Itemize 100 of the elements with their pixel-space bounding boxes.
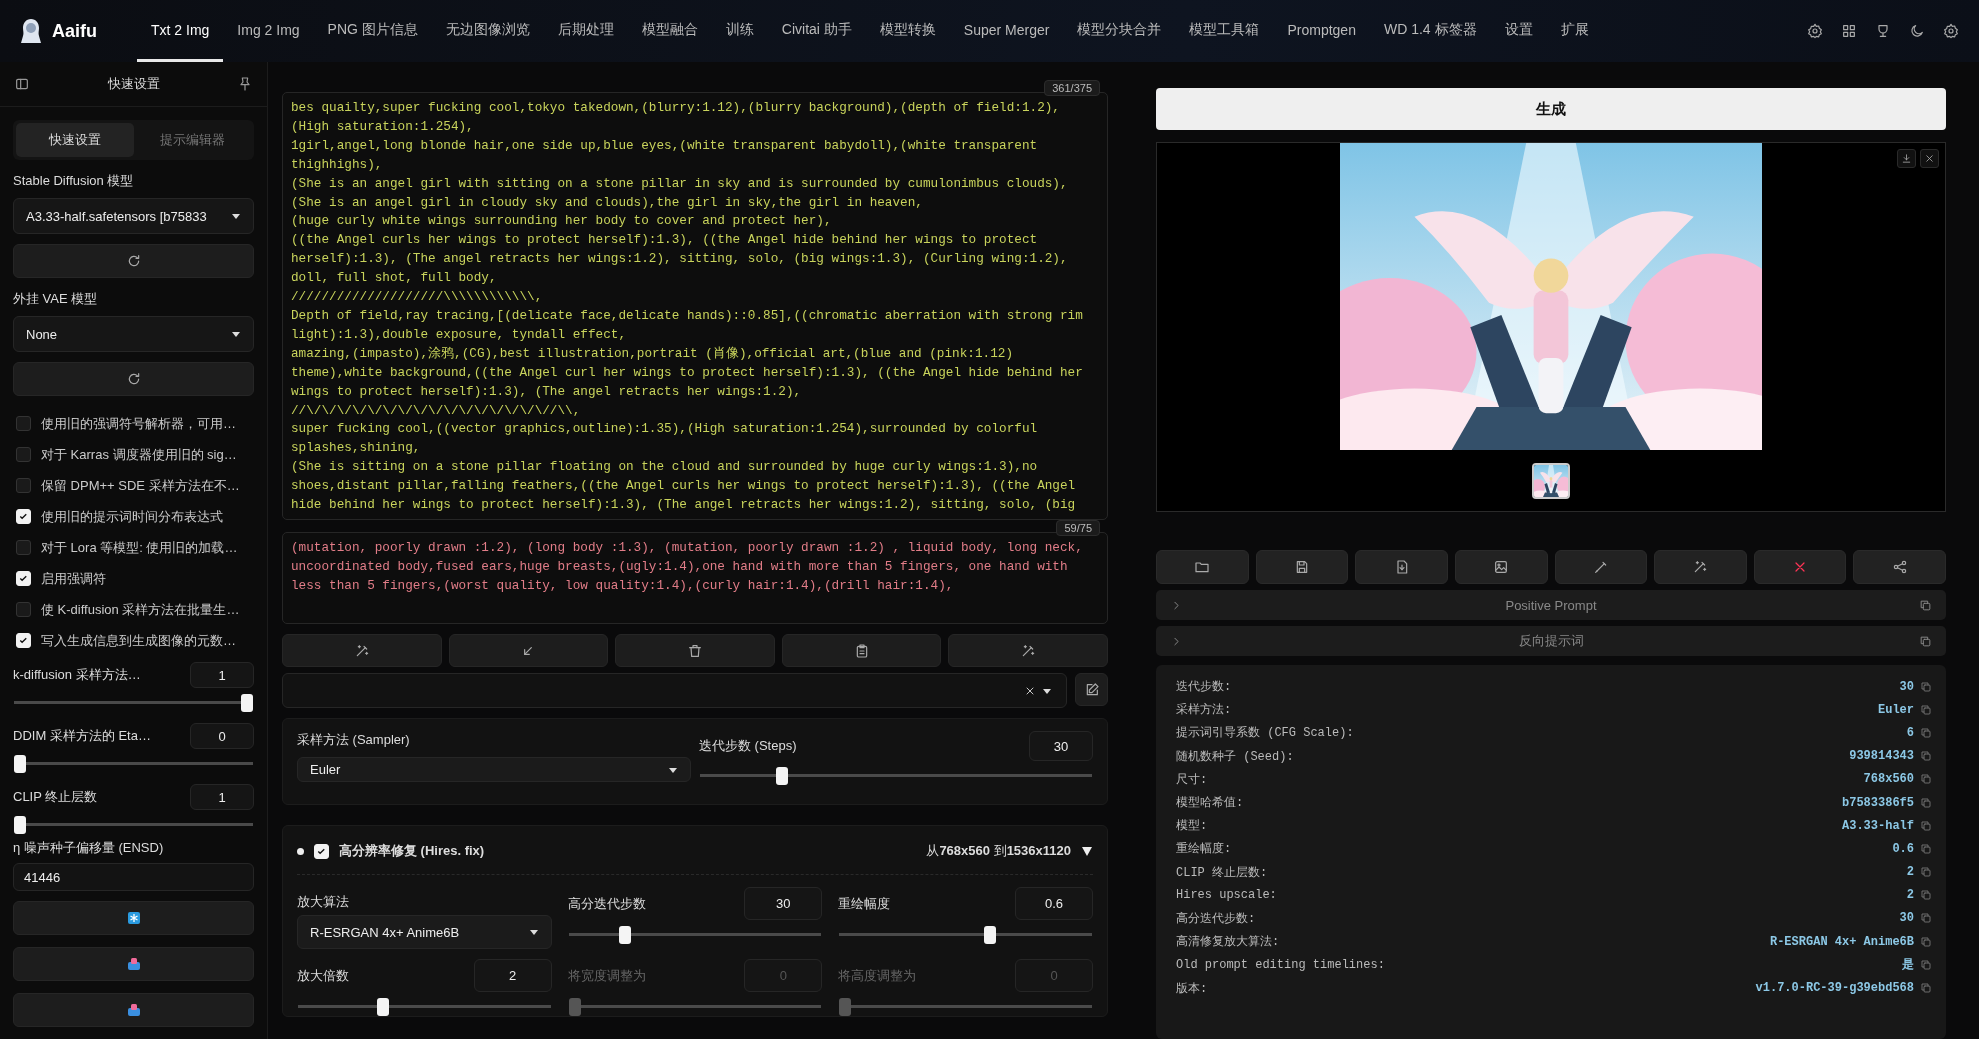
token-counter: 59/75 bbox=[1056, 520, 1100, 536]
pin-icon[interactable] bbox=[237, 76, 253, 92]
field-label: Stable Diffusion 模型 bbox=[13, 172, 135, 190]
dropdown[interactable]: None bbox=[13, 316, 254, 352]
caret-icon bbox=[528, 927, 539, 937]
nav-tab[interactable]: PNG 图片信息 bbox=[313, 0, 432, 62]
info-label: 迭代步数: bbox=[1176, 679, 1232, 696]
info-value: 是 bbox=[1902, 957, 1914, 974]
checkbox[interactable] bbox=[16, 416, 31, 431]
info-value: b7583386f5 bbox=[1842, 795, 1914, 810]
copy-icon[interactable] bbox=[1920, 889, 1932, 902]
clipboard-button[interactable] bbox=[781, 634, 942, 667]
copy-icon[interactable] bbox=[1920, 796, 1932, 809]
caret-icon bbox=[231, 211, 241, 221]
info-value: A3.33-half bbox=[1842, 818, 1914, 833]
dropdown[interactable]: Euler bbox=[297, 757, 691, 782]
image-button[interactable] bbox=[1454, 550, 1548, 584]
nav-tab[interactable]: 模型工具箱 bbox=[1175, 0, 1274, 62]
copy-icon[interactable] bbox=[1920, 726, 1932, 739]
accordion-header[interactable]: 反向提示词 bbox=[1156, 626, 1946, 656]
folder-button[interactable] bbox=[1156, 550, 1249, 584]
nav-tab[interactable]: 模型分块合并 bbox=[1063, 0, 1176, 62]
app-title: Aaifu bbox=[52, 20, 97, 42]
check-icon bbox=[18, 635, 29, 646]
settings-icon[interactable] bbox=[1943, 23, 1959, 39]
checkbox[interactable] bbox=[16, 540, 31, 555]
copy-icon[interactable] bbox=[1920, 935, 1932, 948]
info-value: 30 bbox=[1899, 679, 1914, 694]
sidebar-tab[interactable]: 提示编辑器 bbox=[133, 123, 251, 157]
checkbox-label: 使 K-diffusion 采样方法在批量生… bbox=[41, 600, 240, 619]
nav-tab[interactable]: Img 2 Img bbox=[223, 0, 314, 62]
checkbox[interactable] bbox=[16, 478, 31, 493]
nav-tab[interactable]: Super Merger bbox=[949, 0, 1064, 62]
download-button[interactable] bbox=[1897, 149, 1916, 168]
copy-icon[interactable] bbox=[1920, 958, 1932, 971]
slider-label: 放大倍数 bbox=[297, 966, 349, 985]
slider-thumb[interactable] bbox=[776, 767, 788, 785]
magic-wand-icon bbox=[1692, 559, 1709, 575]
sidebar-icon[interactable] bbox=[14, 76, 30, 92]
sidebar-tab[interactable]: 快速设置 bbox=[16, 123, 134, 157]
number-field[interactable]: 1 bbox=[190, 662, 254, 688]
edit-button[interactable] bbox=[1075, 673, 1108, 706]
checkbox[interactable] bbox=[16, 602, 31, 617]
copy-icon[interactable] bbox=[1920, 703, 1932, 716]
nav-tab[interactable]: 模型融合 bbox=[627, 0, 712, 62]
dropdown[interactable]: A3.33-half.safetensors [b75833 bbox=[13, 198, 254, 234]
trophy-icon[interactable] bbox=[1875, 23, 1891, 39]
file-download-button[interactable] bbox=[1355, 550, 1448, 584]
dropdown[interactable]: R-ESRGAN 4x+ Anime6B bbox=[297, 915, 552, 949]
collapse-icon[interactable] bbox=[1081, 845, 1093, 857]
checkbox-label: 使用旧的强调符号解析器，可用… bbox=[41, 414, 236, 433]
number-field[interactable]: 0.6 bbox=[1015, 887, 1093, 920]
slider-thumb[interactable] bbox=[241, 694, 253, 712]
nav-tab[interactable]: 后期处理 bbox=[543, 0, 628, 62]
info-value: 939814343 bbox=[1849, 749, 1914, 764]
slider-thumb[interactable] bbox=[14, 816, 26, 834]
grid-icon[interactable] bbox=[1841, 23, 1857, 39]
close-button[interactable] bbox=[1920, 149, 1939, 168]
slider-thumb[interactable] bbox=[14, 755, 26, 773]
number-field[interactable]: 0 bbox=[190, 723, 254, 749]
moon-icon[interactable] bbox=[1909, 23, 1925, 39]
slider-thumb[interactable] bbox=[983, 926, 996, 944]
number-field[interactable]: 30 bbox=[744, 887, 823, 920]
nav-tab[interactable]: 训练 bbox=[711, 0, 768, 62]
logo-icon bbox=[20, 18, 42, 44]
nav-tab[interactable]: 扩展 bbox=[1546, 0, 1603, 62]
copy-icon[interactable] bbox=[1920, 819, 1932, 832]
copy-icon[interactable] bbox=[1920, 842, 1932, 855]
copy-icon[interactable] bbox=[1920, 680, 1932, 693]
copy-icon[interactable] bbox=[1920, 750, 1932, 763]
copy-icon[interactable] bbox=[1920, 982, 1932, 995]
share-button[interactable] bbox=[1853, 550, 1946, 584]
slider-label: 迭代步数 (Steps) bbox=[699, 737, 797, 755]
generate-button[interactable]: 生成 bbox=[1156, 88, 1946, 130]
copy-icon[interactable] bbox=[1920, 866, 1932, 879]
image-icon bbox=[1493, 559, 1510, 575]
share-icon bbox=[1891, 559, 1908, 575]
nav-tab[interactable]: Civitai 助手 bbox=[767, 0, 866, 62]
save-button[interactable] bbox=[1255, 550, 1349, 584]
thumbnail[interactable] bbox=[1532, 463, 1570, 499]
negative-prompt-field[interactable]: (mutation, poorly drawn :1.2), (long body :1.3), (mutation, poorly drawn :1.2) , liquid body, long neck, uncoordinated body,fused ears,huge breasts,(ugly:1.4),one hand with more than 5 fingers, one hand with less than 5 fingers,(worst quality, low quality:1.4),(curly hair:1.4),(drill hair:1.4), bbox=[282, 532, 1108, 624]
nav-tab[interactable]: 设置 bbox=[1490, 0, 1547, 62]
checkbox-label: 保留 DPM++ SDE 采样方法在不… bbox=[41, 476, 240, 495]
checkbox[interactable] bbox=[16, 447, 31, 462]
checkbox-label: 对于 Lora 等模型: 使用旧的加载… bbox=[41, 538, 238, 557]
nav-tab[interactable]: 无边图像浏览 bbox=[431, 0, 544, 62]
nav-tab[interactable]: 模型转换 bbox=[865, 0, 950, 62]
copy-icon[interactable] bbox=[1920, 912, 1932, 925]
settings-icon[interactable] bbox=[1807, 23, 1823, 39]
prompt-field[interactable]: bes quailty,super fucking cool,tokyo takedown,(blurry:1.12),(blurry background),(depth of field:1.2), (High saturation:1.254), 1girl,angel,long blonde hair,one side up,blue eyes,(white transparent babydoll),(white transparent thighhighs), (She is an angel girl with sitting on a stone pillar in sky and is surrounded by cumulonimbus clouds), (She is an angel girl in cloudy sky and clouds),the girl in sky,the girl in heaven, (huge curly white wings surrounding her body to cover and protect her), ((the Angel curls her wings to protect herself):1.3), ((the Angel hide behind her wings to protect herself):1.3), (The angel retracts her wings:1.2), sitting, solo, (big wings:1.3), (Curling wing:1.2), doll, full shot, full body, ////////////////////\\\\\\\\\\\\, Depth of field,ray tracing,[(delicate face,delicate hands)::0.85],((chromatic aberration with strong rim light):1.3),double exposure, tyndall effect, amazing,(impasto),涂鸦,(CG),best illustration,portrait (肖像),official art,(blue and (pink:1.12) theme),white background,((the Angel curl her wings to protect herself):1.3), ((the Angel hide behind her wings to protect herself):1.3), (The angel retracts her wings:1.2), //\/\/\/\/\/\/\/\/\/\/\/\/\/\/\/\//\\, super fucking cool,((vector graphics,outline):1.35),(High saturation:1.254),surrounded by colorful splashes,shining, (She is sitting on a stone pillar floating on the cloud and surrounded by huge curly wings:1.3),no shoes,distant pillar,falling feathers,((the Angel curls her wings to protect herself):1.3), ((the Angel hide behind her wings to protect herself):1.3), (The angel retracts her wings:1.2), sitting, solo, (big bbox=[282, 92, 1108, 520]
nav-tab[interactable]: WD 1.4 标签器 bbox=[1369, 0, 1491, 62]
text-field[interactable]: 41446 bbox=[13, 863, 254, 891]
slider-thumb[interactable] bbox=[377, 998, 390, 1016]
slider-thumb[interactable] bbox=[619, 926, 632, 944]
nav-tab[interactable]: Promptgen bbox=[1273, 0, 1370, 62]
number-field[interactable]: 1 bbox=[190, 784, 254, 810]
number-field[interactable]: 30 bbox=[1029, 731, 1093, 761]
number-field[interactable]: 2 bbox=[473, 959, 552, 992]
copy-icon[interactable] bbox=[1920, 773, 1932, 786]
accordion-header[interactable]: Positive Prompt bbox=[1156, 590, 1946, 620]
